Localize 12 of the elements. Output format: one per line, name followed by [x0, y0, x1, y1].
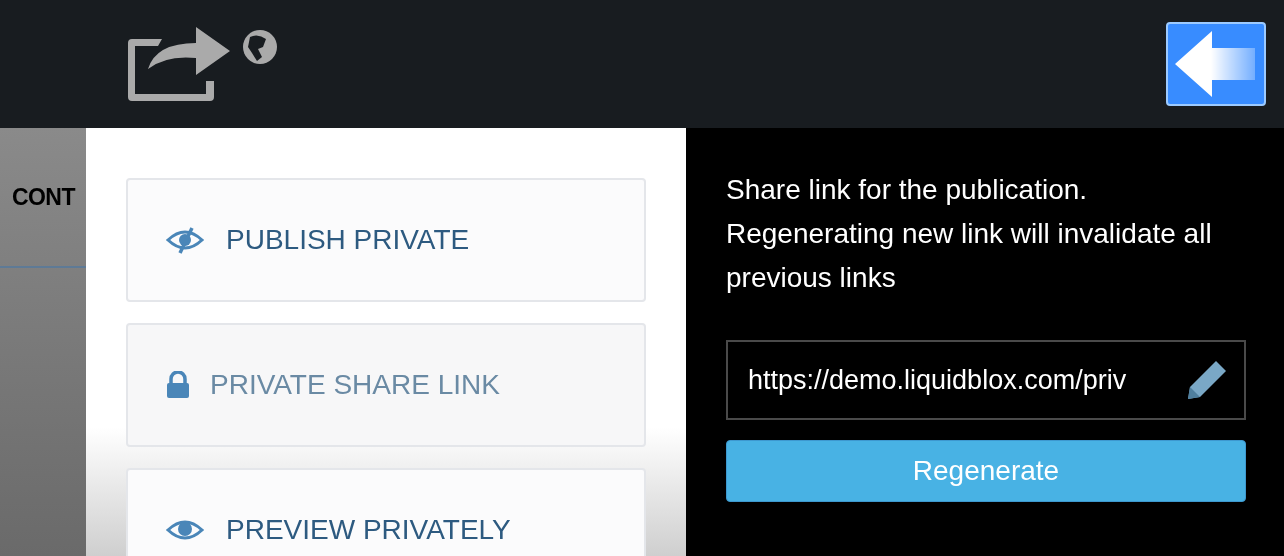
link-field[interactable]: https://demo.liquidblox.com/priv	[726, 340, 1246, 420]
share-globe-icon	[126, 25, 278, 103]
share-description: Share link for the publication. Regenerating new link will invalidate all previous links	[726, 173, 1213, 295]
option-button[interactable]: PREVIEW PRIVATELY	[126, 468, 646, 556]
pencil-icon	[1186, 359, 1228, 401]
hidden-eye-icon	[166, 226, 204, 254]
back-button[interactable]	[1166, 22, 1266, 106]
eye-icon	[166, 517, 204, 543]
lock-icon	[166, 371, 190, 399]
option-button[interactable]: PUBLISH PRIVATE	[126, 178, 646, 302]
nav-label: CONT	[12, 182, 75, 212]
left-arrow-icon	[1175, 31, 1257, 97]
